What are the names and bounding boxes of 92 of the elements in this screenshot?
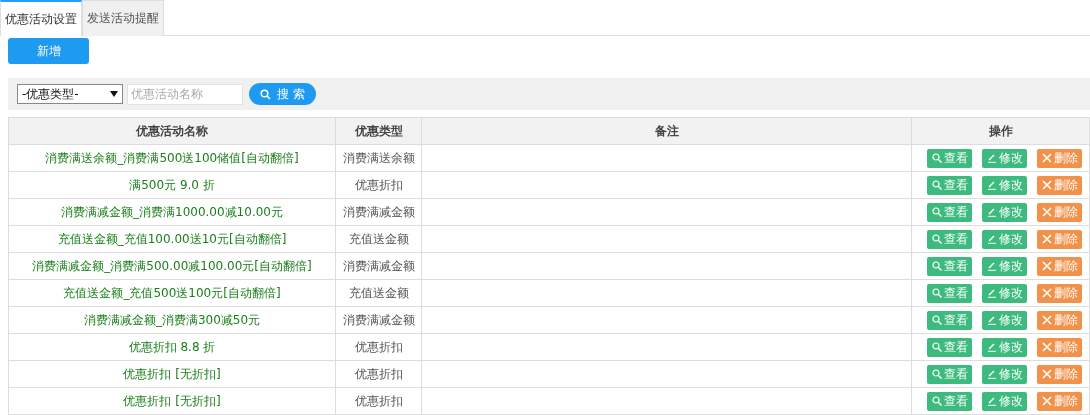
edit-button[interactable]: 修改 (982, 148, 1027, 168)
close-icon (1041, 315, 1052, 325)
edit-button[interactable]: 修改 (982, 364, 1027, 384)
table-cell: 优惠折扣 (335, 360, 422, 388)
delete-button[interactable]: 删除 (1037, 310, 1082, 330)
table-cell: 充值送金额 (335, 279, 422, 307)
type-select[interactable]: -优惠类型- (17, 84, 123, 104)
column-header: 操作 (911, 117, 1090, 145)
table-cell: 消费满减金额_消费满300减50元 (8, 306, 336, 334)
table-cell: 消费满减金额_消费满1000.00减10.00元 (8, 198, 336, 226)
search-button[interactable]: 搜 索 (249, 83, 316, 105)
view-button[interactable]: 查看 (927, 364, 972, 384)
close-icon (1041, 369, 1052, 379)
column-header: 优惠类型 (335, 117, 422, 145)
table-cell: 消费满减金额 (335, 252, 422, 280)
pencil-icon (986, 315, 997, 325)
pencil-icon (986, 153, 997, 163)
edit-button[interactable]: 修改 (982, 310, 1027, 330)
edit-button[interactable]: 修改 (982, 391, 1027, 411)
table-cell: 充值送金额_充值100.00送10元[自动翻倍] (8, 225, 336, 253)
view-button[interactable]: 查看 (927, 337, 972, 357)
pencil-icon (986, 396, 997, 406)
table-cell: 消费满送余额 (335, 144, 422, 172)
table-cell: 消费满减金额_消费满500.00减100.00元[自动翻倍] (8, 252, 336, 280)
pencil-icon (986, 180, 997, 190)
magnifier-icon (931, 207, 942, 217)
add-button[interactable]: 新增 (8, 38, 89, 64)
pencil-icon (986, 342, 997, 352)
edit-button[interactable]: 修改 (982, 229, 1027, 249)
delete-button[interactable]: 删除 (1037, 175, 1082, 195)
tab[interactable]: 优惠活动设置 (0, 0, 82, 36)
delete-button[interactable]: 删除 (1037, 283, 1082, 303)
pencil-icon (986, 234, 997, 244)
magnifier-icon (931, 261, 942, 271)
view-button[interactable]: 查看 (927, 391, 972, 411)
edit-button[interactable]: 修改 (982, 337, 1027, 357)
close-icon (1041, 288, 1052, 298)
magnifier-icon (931, 369, 942, 379)
close-icon (1041, 342, 1052, 352)
pencil-icon (986, 261, 997, 271)
view-button[interactable]: 查看 (927, 229, 972, 249)
table-cell: 满500元 9.0 折 (8, 171, 336, 199)
pencil-icon (986, 369, 997, 379)
magnifier-icon (931, 396, 942, 406)
view-button[interactable]: 查看 (927, 256, 972, 276)
magnifier-icon (931, 342, 942, 352)
table-cell: 优惠折扣 (335, 387, 422, 415)
edit-button[interactable]: 修改 (982, 175, 1027, 195)
column-header: 备注 (421, 117, 912, 145)
pencil-icon (986, 288, 997, 298)
close-icon (1041, 261, 1052, 271)
delete-button[interactable]: 删除 (1037, 148, 1082, 168)
column-header: 优惠活动名称 (8, 117, 336, 145)
table-cell: 优惠折扣 [无折扣] (8, 387, 336, 415)
table-cell: 优惠折扣 (335, 171, 422, 199)
view-button[interactable]: 查看 (927, 283, 972, 303)
close-icon (1041, 180, 1052, 190)
edit-button[interactable]: 修改 (982, 256, 1027, 276)
delete-button[interactable]: 删除 (1037, 256, 1082, 276)
delete-button[interactable]: 删除 (1037, 337, 1082, 357)
table-cell: 消费满送余额_消费满500送100储值[自动翻倍] (8, 144, 336, 172)
magnifier-icon (931, 180, 942, 190)
magnifier-icon (931, 234, 942, 244)
table-cell: 充值送金额_充值500送100元[自动翻倍] (8, 279, 336, 307)
close-icon (1041, 153, 1052, 163)
close-icon (1041, 207, 1052, 217)
pencil-icon (986, 207, 997, 217)
delete-button[interactable]: 删除 (1037, 364, 1082, 384)
close-icon (1041, 234, 1052, 244)
caret-icon (110, 91, 118, 97)
view-button[interactable]: 查看 (927, 202, 972, 222)
tab[interactable]: 发送活动提醒 (82, 0, 164, 36)
view-button[interactable]: 查看 (927, 148, 972, 168)
delete-button[interactable]: 删除 (1037, 391, 1082, 411)
magnifier-icon (931, 315, 942, 325)
search-icon (260, 88, 272, 100)
edit-button[interactable]: 修改 (982, 283, 1027, 303)
table-cell: 优惠折扣 8.8 折 (8, 333, 336, 361)
magnifier-icon (931, 153, 942, 163)
edit-button[interactable]: 修改 (982, 202, 1027, 222)
close-icon (1041, 396, 1052, 406)
table-cell: 优惠折扣 [无折扣] (8, 360, 336, 388)
table-cell: 消费满减金额 (335, 198, 422, 226)
magnifier-icon (931, 288, 942, 298)
table-cell: 优惠折扣 (335, 333, 422, 361)
name-field[interactable]: 优惠活动名称 (127, 83, 243, 105)
delete-button[interactable]: 删除 (1037, 229, 1082, 249)
delete-button[interactable]: 删除 (1037, 202, 1082, 222)
table-cell: 消费满减金额 (335, 306, 422, 334)
table-cell: 充值送金额 (335, 225, 422, 253)
view-button[interactable]: 查看 (927, 175, 972, 195)
view-button[interactable]: 查看 (927, 310, 972, 330)
